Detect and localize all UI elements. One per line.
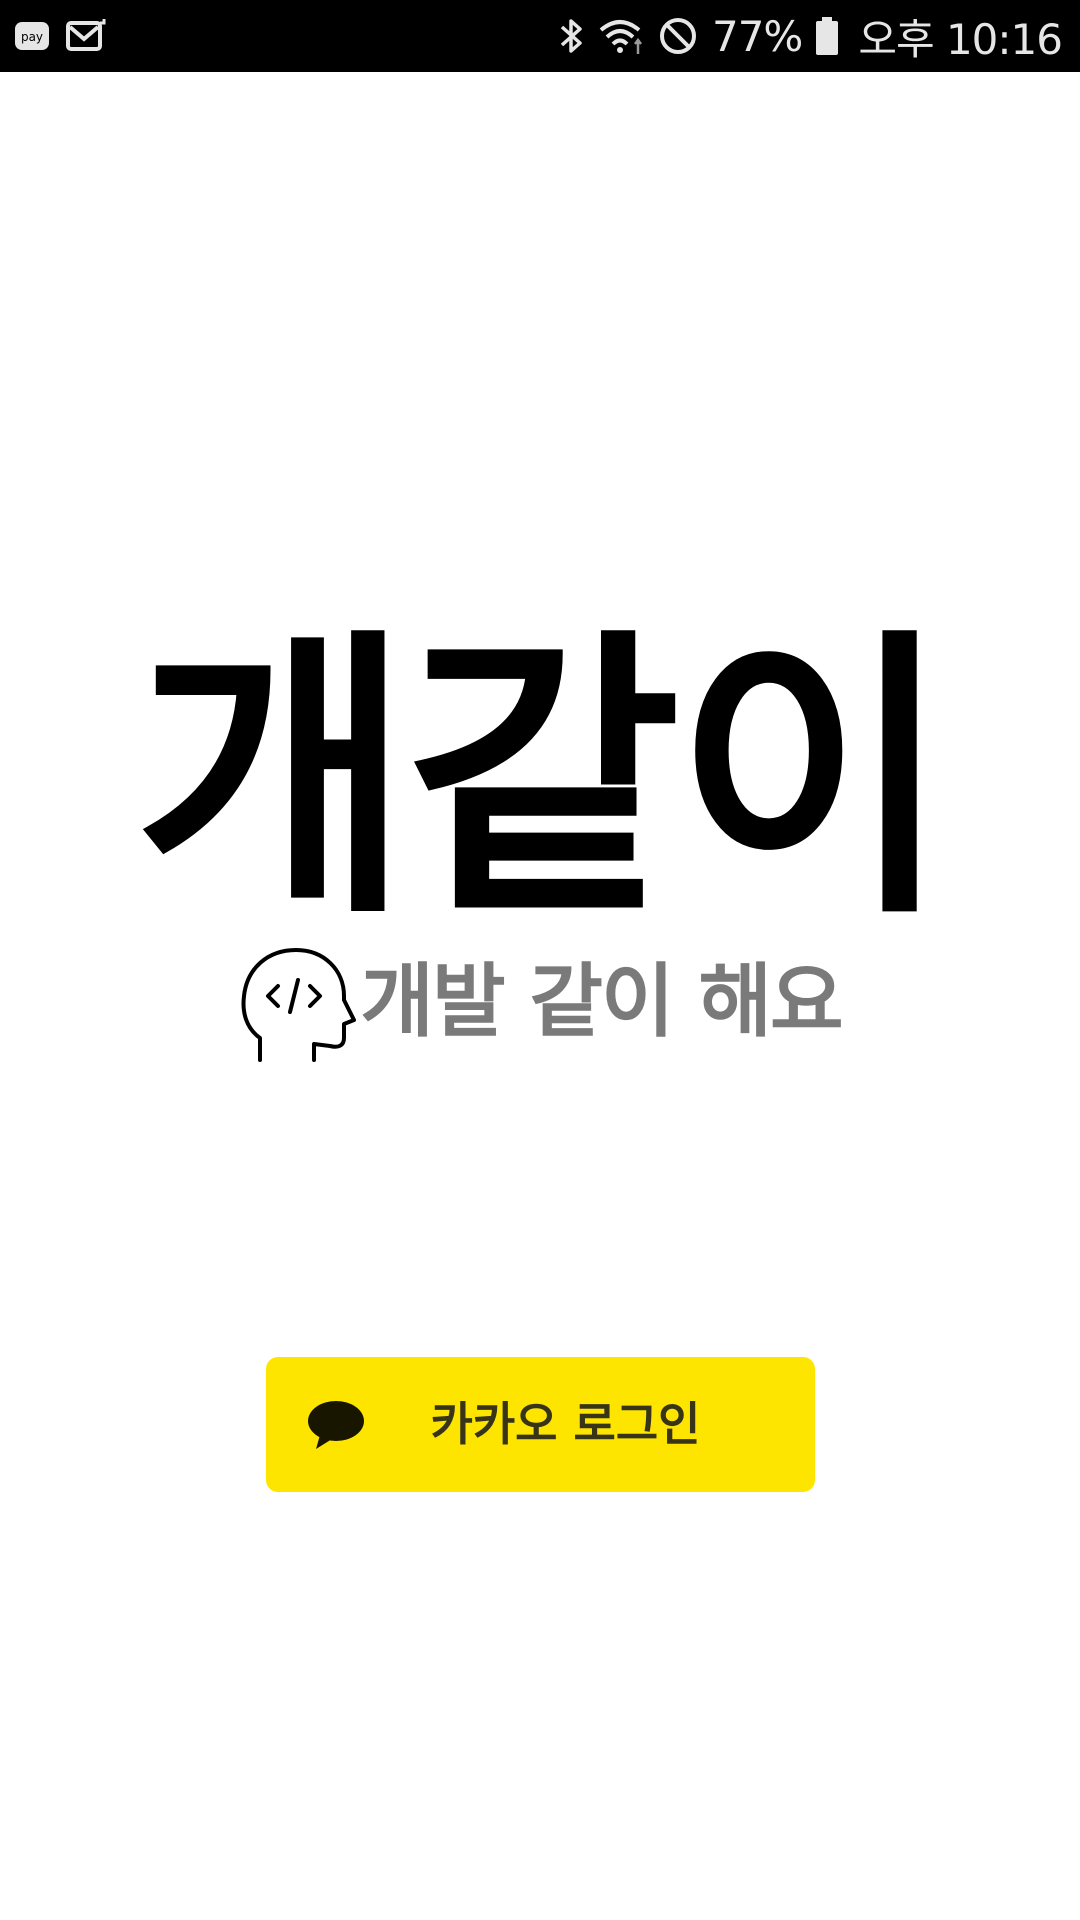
kakao-login-button[interactable]: 카카오 로그인 <box>266 1357 815 1492</box>
samsung-pay-icon: pay <box>14 19 50 53</box>
tagline-row: 개발 같이 해요 <box>0 930 1080 1062</box>
status-notification-icons: pay <box>14 16 106 56</box>
app-title: 개같이 <box>135 605 951 954</box>
status-system-icons: 77% 오후 10:16 <box>558 0 1063 72</box>
mail-icon <box>66 19 106 53</box>
kakao-login-label: 카카오 로그인 <box>430 1397 701 1451</box>
do-not-disturb-icon <box>658 16 698 56</box>
battery-percentage: 77% <box>711 11 803 61</box>
status-clock: 오후 10:16 <box>858 14 1063 64</box>
developer-head-icon <box>238 940 357 1062</box>
bluetooth-icon <box>558 16 586 56</box>
battery-icon <box>814 15 840 57</box>
tagline: 개발 같이 해요 <box>360 955 843 1048</box>
wifi-icon <box>598 16 646 56</box>
pay-text: pay <box>21 30 43 44</box>
login-screen: pay 77% 오후 10:16 개같이 개발 같이 해요 카카오 로그인 <box>0 0 1080 1920</box>
status-bar: pay 77% 오후 10:16 <box>0 0 1080 72</box>
